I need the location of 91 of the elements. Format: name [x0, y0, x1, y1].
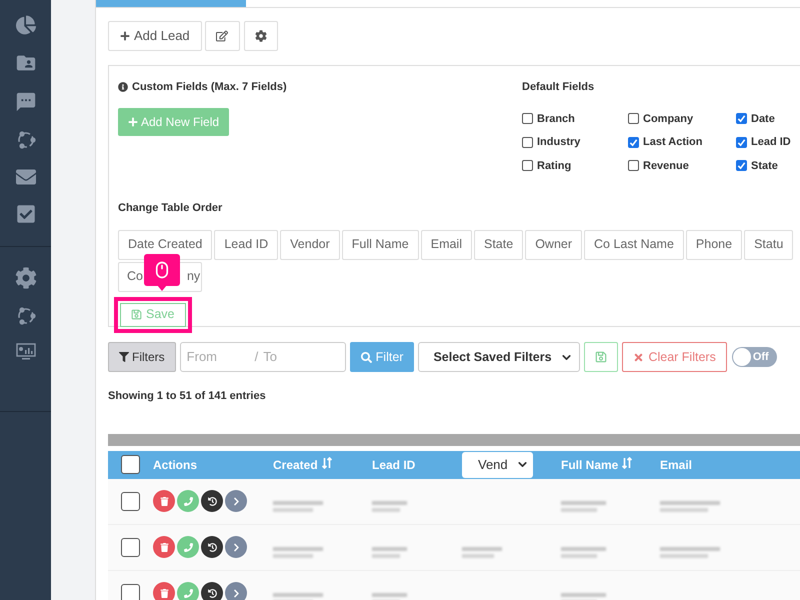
settings-icon [254, 30, 267, 42]
share-icon[interactable] [16, 130, 36, 150]
settings-button[interactable] [244, 21, 278, 51]
phone-icon [184, 542, 192, 552]
edit-button[interactable] [204, 21, 240, 51]
sort-icon[interactable] [622, 456, 632, 468]
column-header: Lead ID [372, 456, 416, 474]
checkbox[interactable] [121, 492, 140, 510]
filter-icon [119, 352, 129, 362]
saved-filters-select[interactable]: Select Saved Filters [418, 342, 580, 372]
entries-summary: Showing 1 to 51 of 141 entries [107, 389, 266, 404]
plus-icon [128, 116, 138, 126]
checkbox[interactable] [522, 160, 533, 172]
phone-icon [184, 496, 192, 506]
filters-button[interactable]: Filters [108, 342, 176, 372]
column-chip[interactable]: Lead ID [214, 230, 278, 260]
close-icon [633, 352, 644, 362]
open-button[interactable] [225, 582, 247, 600]
column-chip[interactable]: Full Name [342, 230, 419, 260]
chevron-right-icon [232, 496, 240, 506]
add-lead-button[interactable]: Add Lead [108, 21, 202, 51]
checkbox[interactable] [736, 160, 747, 172]
chat-icon[interactable] [14, 91, 36, 113]
checkbox[interactable] [522, 113, 533, 124]
trash-icon [160, 496, 168, 506]
open-button[interactable] [225, 536, 247, 558]
section-title: Custom Fields (Max. 7 Fields) [132, 80, 287, 95]
pie-chart-icon[interactable] [16, 15, 36, 35]
separator: / [254, 348, 258, 366]
save-icon [595, 351, 608, 363]
checkbox[interactable] [736, 136, 747, 148]
checkbox-label: Branch [537, 112, 575, 126]
sort-icon[interactable] [322, 456, 332, 468]
column-chip[interactable]: State [474, 230, 524, 260]
delete-button[interactable] [153, 536, 175, 558]
history-button[interactable] [201, 490, 223, 512]
column-select[interactable]: Vend [462, 452, 533, 478]
section-title: Default Fields [522, 80, 596, 95]
history-icon [208, 542, 216, 552]
checkbox-label: State [751, 158, 778, 174]
checkbox[interactable] [121, 584, 140, 600]
search-icon [360, 352, 372, 362]
checkbox-label: Company [643, 112, 694, 126]
column-chip[interactable]: Owner [525, 230, 582, 260]
edit-icon [216, 30, 228, 42]
info-icon [118, 82, 128, 92]
settings-icon[interactable] [14, 267, 36, 289]
checkbox-label: Rating [537, 158, 572, 174]
history-icon [208, 588, 216, 598]
checkbox[interactable] [736, 113, 747, 124]
checkbox-label: Last Action [643, 135, 702, 150]
section-title: Change Table Order [118, 201, 222, 216]
checkbox[interactable] [522, 136, 533, 148]
column-chip[interactable]: Phone [686, 230, 742, 260]
history-icon [208, 496, 216, 506]
column-chip-text[interactable]: Co [127, 267, 143, 286]
column-chip[interactable]: Vendor [280, 230, 340, 260]
trash-icon [160, 588, 168, 598]
delete-button[interactable] [153, 582, 175, 600]
column-chip[interactable]: Co Last Name [584, 230, 684, 260]
chevron-right-icon [232, 542, 240, 552]
checkbox[interactable] [628, 113, 639, 124]
phone-icon [184, 588, 192, 598]
checkbox[interactable] [628, 136, 639, 148]
checkbox-label: Industry [537, 135, 580, 150]
history-button[interactable] [201, 536, 223, 558]
mouse-icon [153, 260, 171, 278]
column-chip[interactable]: Email [420, 230, 472, 260]
share-icon[interactable] [16, 306, 36, 326]
column-chip-text[interactable]: ny [186, 267, 200, 286]
save-icon [131, 309, 142, 320]
open-button[interactable] [225, 490, 247, 512]
mail-icon[interactable] [16, 167, 36, 187]
trash-icon [160, 542, 168, 552]
delete-button[interactable] [153, 490, 175, 512]
from-field[interactable]: From [186, 347, 247, 367]
chevron-right-icon [232, 588, 240, 598]
plus-icon [120, 31, 130, 41]
column-header: Actions [153, 456, 198, 474]
monitor-chart-icon[interactable] [16, 343, 36, 361]
checkbox-label: Revenue [643, 158, 689, 174]
column-chip[interactable]: Statu [744, 230, 794, 260]
to-field[interactable]: To [263, 347, 324, 367]
history-button[interactable] [201, 582, 223, 600]
checkbox-label: Lead ID [751, 135, 791, 150]
checkbox[interactable] [121, 455, 140, 474]
column-header: Email [660, 456, 692, 474]
checkbox-label: Date [751, 112, 775, 126]
checkbox[interactable] [628, 160, 639, 172]
checkbox[interactable] [121, 538, 140, 556]
checklist-icon[interactable] [16, 204, 36, 224]
